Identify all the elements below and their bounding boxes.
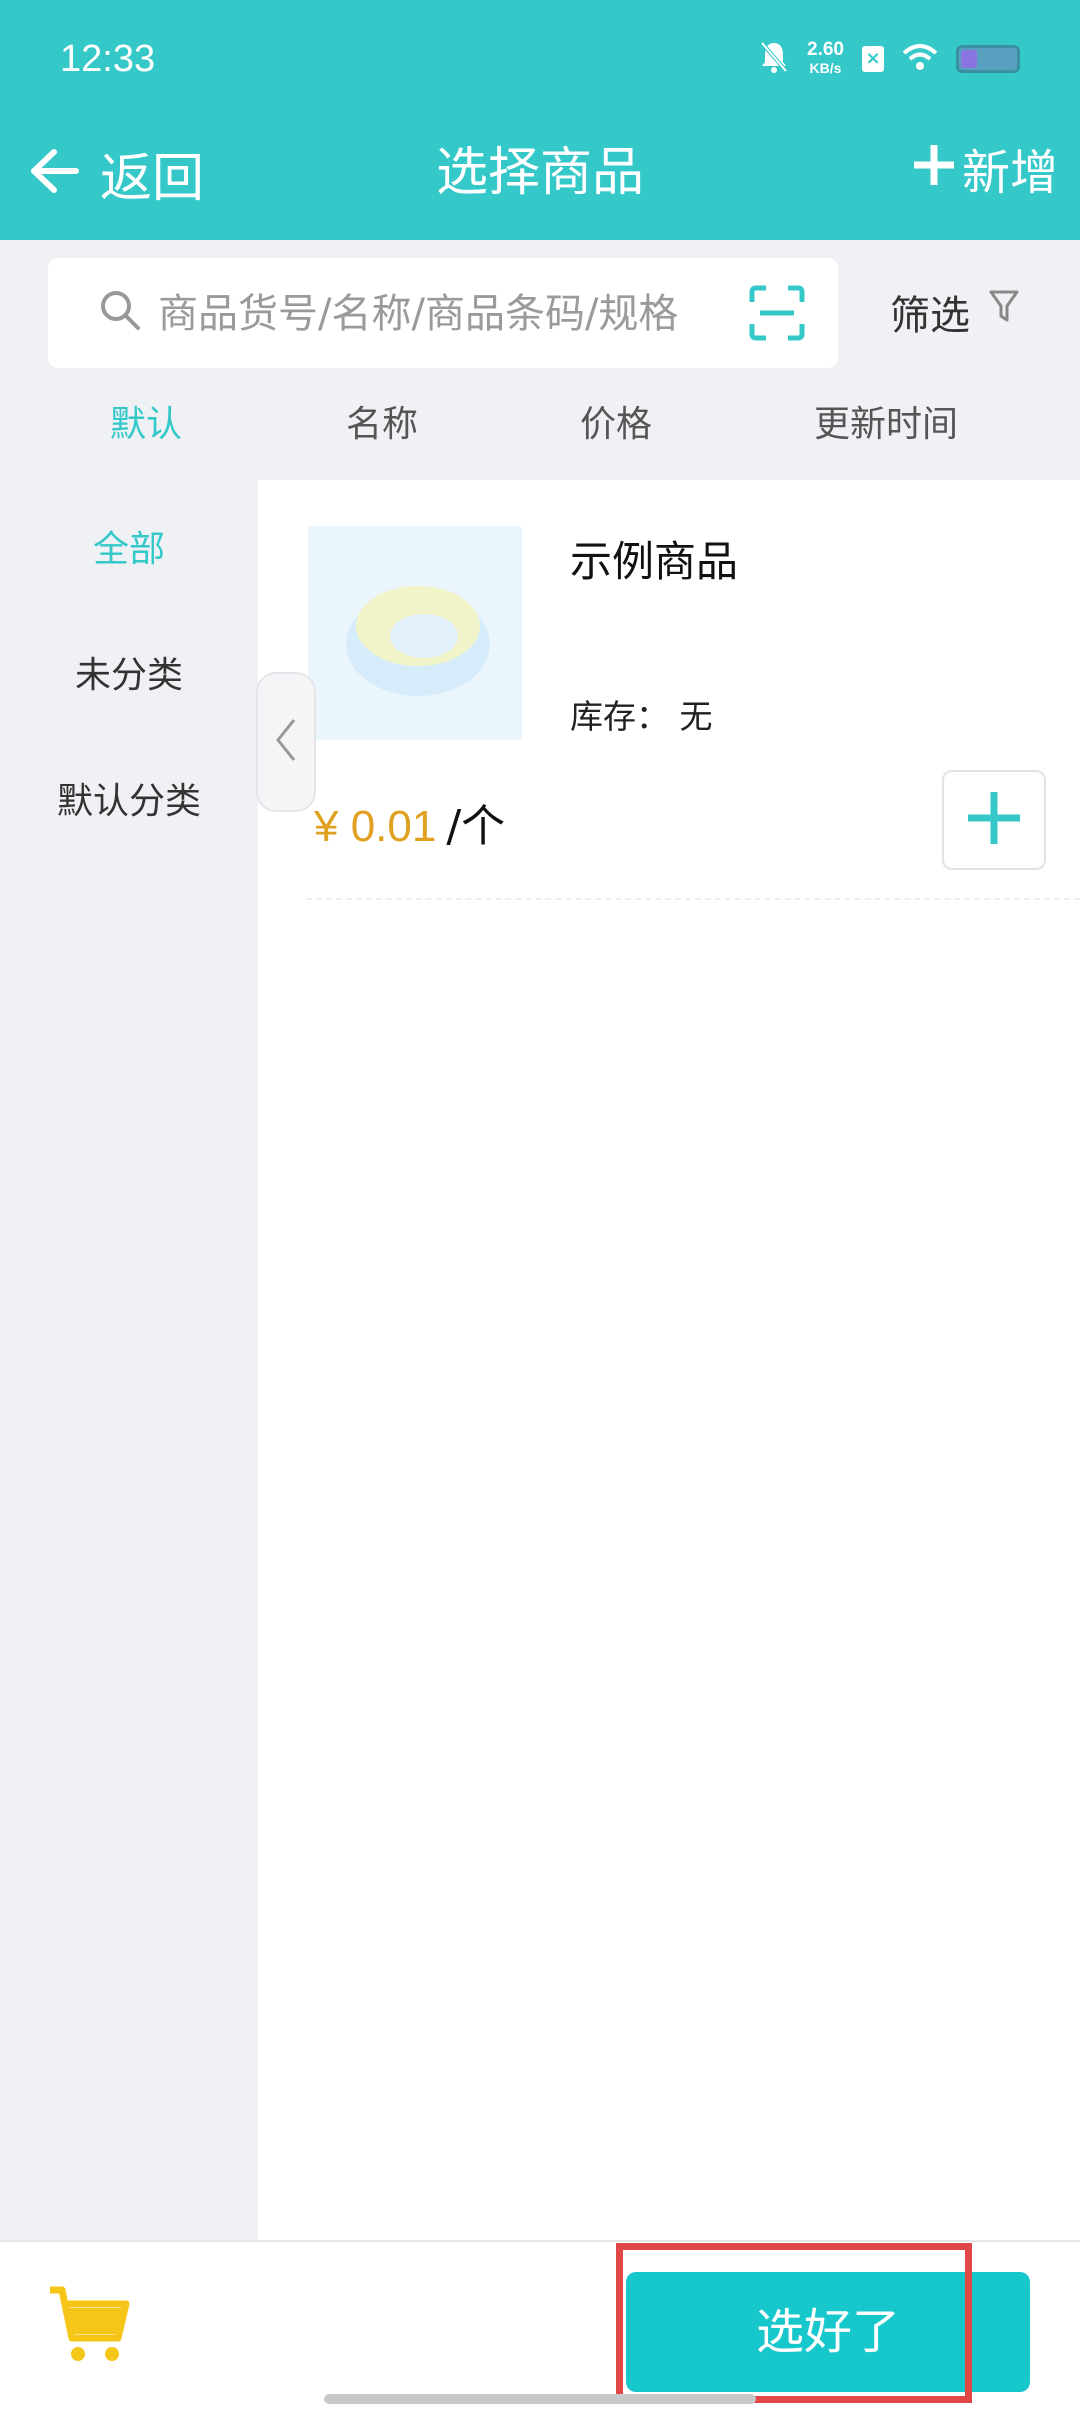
stock-label: 库存： [570, 697, 669, 736]
category-item-uncategorized[interactable]: 未分类 [0, 646, 258, 698]
product-list: 示例商品 库存： 无 ¥ 0.01 /个 [258, 480, 1080, 2240]
add-new-label: 新增 [961, 145, 1058, 201]
battery-icon [956, 45, 1020, 73]
product-unit: /个 [446, 801, 506, 852]
status-time: 12:33 [60, 38, 156, 80]
search-bar [48, 258, 838, 368]
home-indicator [324, 2394, 756, 2404]
filter-label: 筛选 [890, 293, 970, 339]
scan-icon[interactable] [748, 284, 806, 346]
stock-value: 无 [679, 697, 713, 736]
chevron-left-icon [274, 716, 298, 768]
price-row: ¥ 0.01 /个 [314, 790, 505, 854]
category-item-default[interactable]: 默认分类 [0, 772, 258, 824]
bell-muted-icon [759, 40, 789, 78]
sort-tab-updated-time[interactable]: 更新时间 [814, 390, 958, 460]
header: 12:33 2.60 KB/s × 返回 选择商品 新增 [0, 0, 1080, 240]
status-icons: 2.60 KB/s × [759, 40, 1020, 78]
battery-fill [961, 50, 977, 68]
sort-tabs: 默认 名称 价格 更新时间 [0, 390, 1080, 460]
product-name: 示例商品 [570, 537, 739, 586]
search-icon [98, 288, 142, 336]
filter-button[interactable]: 筛选 [890, 283, 1020, 341]
sim-icon: × [862, 46, 884, 72]
funnel-icon [988, 289, 1020, 335]
sort-tab-default[interactable]: 默认 [110, 390, 182, 460]
product-price: ¥ 0.01 [314, 802, 437, 851]
cart-icon[interactable] [46, 2282, 132, 2372]
sort-tab-name[interactable]: 名称 [346, 390, 418, 460]
sidebar-toggle-handle[interactable] [256, 672, 316, 812]
category-sidebar: 全部 未分类 默认分类 [0, 480, 258, 2240]
add-new-button[interactable]: 新增 [910, 138, 1058, 208]
wifi-icon [902, 43, 938, 75]
product-image [308, 526, 522, 740]
product-stock: 库存： 无 [570, 690, 713, 738]
plus-icon [966, 790, 1022, 850]
add-to-cart-button[interactable] [942, 770, 1046, 870]
net-speed: 2.60 KB/s [807, 39, 844, 77]
plus-icon [910, 138, 958, 208]
sort-tab-price[interactable]: 价格 [580, 390, 652, 460]
highlight-box [616, 2243, 972, 2403]
category-item-all[interactable]: 全部 [0, 520, 258, 572]
net-speed-unit: KB/s [809, 60, 842, 76]
net-speed-value: 2.60 [807, 39, 844, 60]
search-input[interactable] [156, 280, 750, 348]
divider [306, 898, 1080, 900]
